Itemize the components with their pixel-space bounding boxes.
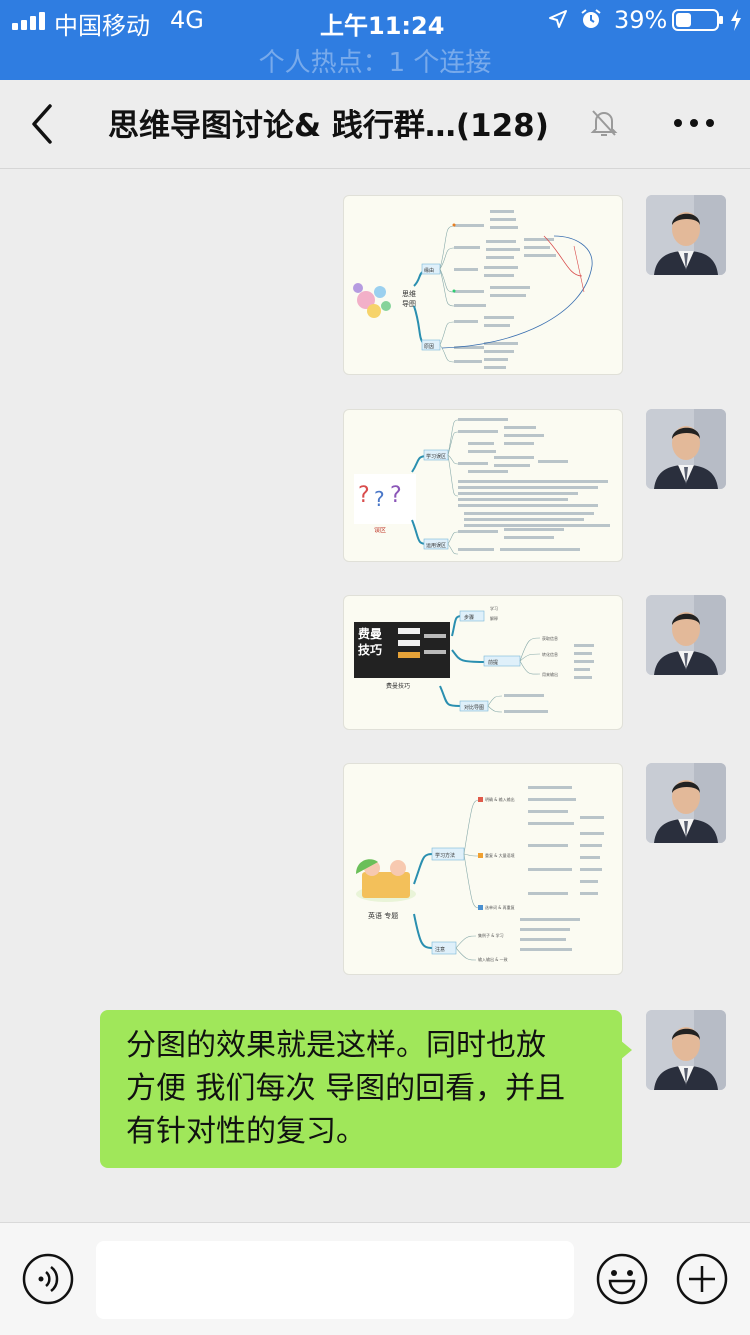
- map-leaf-label: 解释: [490, 615, 498, 621]
- chat-title[interactable]: 思维导图讨论& 践行群…(128): [108, 100, 549, 145]
- mindmap-thumbnail: ? ? ? 误区 学习误区 运用误区: [354, 418, 610, 555]
- map-branch-label: 学习方法: [435, 852, 455, 859]
- map-center-label: 英语 专题: [368, 911, 398, 920]
- more-dots-icon[interactable]: [672, 116, 716, 130]
- map-branch-label: 运用误区: [426, 542, 446, 549]
- status-time: 上午11:24: [320, 12, 445, 40]
- cover-title: 技巧: [358, 642, 382, 657]
- map-branch-label: 学习误区: [426, 453, 446, 460]
- mindmap-image-message[interactable]: 英语 专题 学习方法 注意 明确 & 输入输出 重复 & 大量语境 选单词 & …: [343, 763, 623, 975]
- avatar-photo: [646, 1010, 726, 1090]
- mindmap-thumbnail: 费曼 技巧 费曼技巧 步骤 前提 对比导图 学习 解释 获取信息 转化信息 用来…: [354, 605, 594, 713]
- map-leaf-label: 重复 & 大量语境: [485, 852, 515, 858]
- avatar[interactable]: [646, 595, 726, 675]
- map-leaf-label: 明确 & 输入输出: [485, 796, 515, 802]
- battery-percent: 39%: [614, 6, 668, 34]
- avatar[interactable]: [646, 763, 726, 843]
- location-icon: [549, 10, 567, 28]
- bell-muted-icon: [590, 110, 618, 136]
- plus-icon[interactable]: [676, 1253, 728, 1305]
- avatar-photo: [646, 195, 726, 275]
- map-leaf-label: 用来输出: [542, 671, 558, 677]
- map-center-label: 思维: [402, 289, 416, 298]
- map-branch-label: 前提: [488, 659, 498, 666]
- map-branch-label: 注意: [435, 946, 445, 953]
- map-branch-label: 步骤: [464, 614, 474, 621]
- mindmap-image-message[interactable]: 思维 导图 缘由 原因: [343, 195, 623, 375]
- chat-header: 思维导图讨论& 践行群…(128): [0, 80, 750, 169]
- message-text-line: 有针对性的复习。: [126, 1114, 366, 1149]
- mindmap-image-message[interactable]: ? ? ? 误区 学习误区 运用误区: [343, 409, 623, 562]
- svg-text:?: ?: [390, 483, 402, 508]
- battery-icon: [672, 9, 723, 31]
- alarm-icon: [581, 9, 601, 28]
- emoji-icon[interactable]: [596, 1253, 648, 1305]
- voice-icon[interactable]: [22, 1253, 74, 1305]
- signal-icon: [12, 12, 45, 30]
- chevron-left-icon[interactable]: [22, 100, 62, 148]
- map-leaf-label: 学习: [490, 605, 498, 611]
- message-text-line: 分图的效果就是这样。同时也放: [126, 1028, 546, 1063]
- avatar[interactable]: [646, 409, 726, 489]
- message-text-line: 方便 我们每次 导图的回看，并且: [126, 1071, 566, 1106]
- avatar-photo: [646, 763, 726, 843]
- svg-text:?: ?: [374, 487, 385, 511]
- map-center-label: 误区: [374, 526, 386, 534]
- map-leaf-label: 选单词 & 再重复: [485, 904, 515, 910]
- map-branch-label: 缘由: [424, 267, 434, 274]
- avatar[interactable]: [646, 1010, 726, 1090]
- map-branch-label: 原因: [424, 344, 434, 350]
- input-bar: [0, 1222, 750, 1335]
- message-input[interactable]: [96, 1241, 574, 1319]
- hotspot-banner[interactable]: 个人热点：1 个连接: [0, 42, 750, 79]
- avatar-photo: [646, 409, 726, 489]
- mindmap-image-message[interactable]: 费曼 技巧 费曼技巧 步骤 前提 对比导图 学习 解释 获取信息 转化信息 用来…: [343, 595, 623, 730]
- cover-title: 费曼: [358, 626, 382, 641]
- map-leaf-label: 输入输出 & 一致: [478, 956, 508, 962]
- map-branch-label: 对比导图: [464, 704, 484, 711]
- mindmap-thumbnail: 英语 专题 学习方法 注意 明确 & 输入输出 重复 & 大量语境 选单词 & …: [356, 786, 604, 962]
- status-bar: 中国移动 4G 上午11:24 39% 个人热点：1 个连接: [0, 0, 750, 80]
- carrier-label: 中国移动: [54, 12, 150, 40]
- map-leaf-label: 转化信息: [542, 651, 558, 657]
- map-leaf-label: 集例子 & 学习: [478, 932, 504, 938]
- charging-icon: [731, 9, 741, 31]
- map-leaf-label: 获取信息: [542, 635, 558, 641]
- mindmap-thumbnail: 思维 导图 缘由 原因: [353, 210, 593, 369]
- text-message-bubble[interactable]: 分图的效果就是这样。同时也放 方便 我们每次 导图的回看，并且 有针对性的复习。: [100, 1010, 622, 1168]
- svg-text:?: ?: [358, 483, 370, 508]
- bubble-tail: [620, 1040, 632, 1060]
- avatar[interactable]: [646, 195, 726, 275]
- avatar-photo: [646, 595, 726, 675]
- network-type: 4G: [170, 6, 204, 34]
- map-center-label: 费曼技巧: [386, 682, 410, 690]
